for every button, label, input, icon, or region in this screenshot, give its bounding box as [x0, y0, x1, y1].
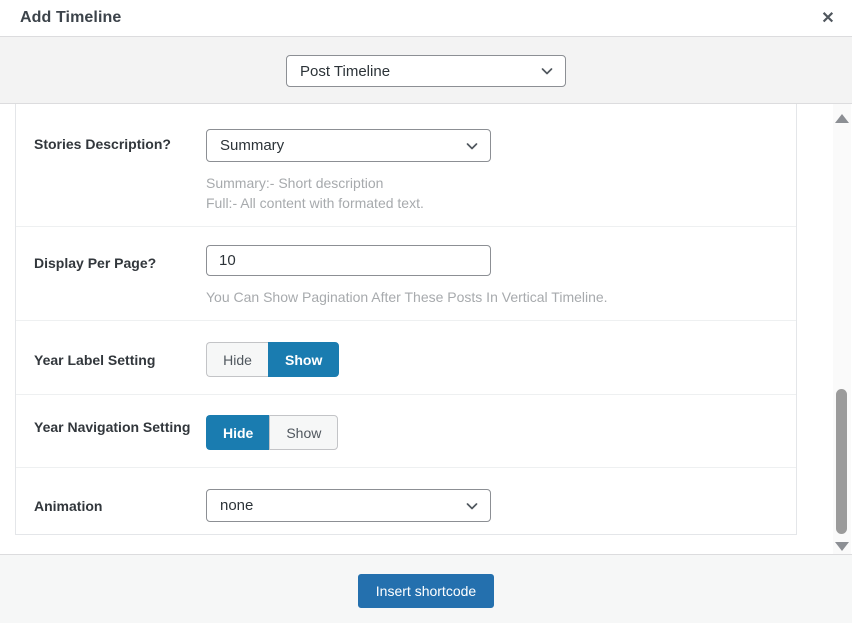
display-per-page-help: You Can Show Pagination After These Post… — [206, 287, 796, 307]
row-year-label-setting: Year Label Setting Hide Show — [16, 321, 796, 395]
stories-description-help: Summary:- Short description Full:- All c… — [206, 173, 796, 213]
year-label-toggle: Hide Show — [206, 342, 339, 377]
close-icon[interactable]: ✕ — [814, 4, 842, 32]
dialog-footer: Insert shortcode — [0, 554, 852, 623]
scroll-up-arrow-icon[interactable] — [835, 114, 849, 123]
row-animation: Animation none — [16, 468, 796, 534]
timeline-type-bar: Post Timeline — [0, 37, 852, 104]
row-display-per-page: Display Per Page? You Can Show Paginatio… — [16, 227, 796, 321]
insert-shortcode-button[interactable]: Insert shortcode — [358, 574, 494, 608]
add-timeline-dialog: Add Timeline ✕ Post Timeline Stories Des… — [0, 0, 852, 623]
scrollbar-thumb[interactable] — [836, 389, 847, 534]
row-stories-description: Stories Description? Summary Summary:- S… — [16, 104, 796, 227]
dialog-header: Add Timeline ✕ — [0, 0, 852, 37]
display-per-page-input[interactable] — [206, 245, 491, 276]
year-label-hide-button[interactable]: Hide — [206, 342, 268, 377]
year-navigation-toggle: Hide Show — [206, 415, 338, 450]
stories-description-selected-value: Summary — [220, 137, 284, 154]
stories-description-select[interactable]: Summary — [206, 129, 491, 162]
chevron-down-icon — [464, 138, 480, 154]
year-label-setting-label: Year Label Setting — [34, 342, 206, 370]
year-navigation-setting-label: Year Navigation Setting — [34, 415, 206, 437]
settings-panel: Stories Description? Summary Summary:- S… — [15, 104, 797, 535]
scroll-down-arrow-icon[interactable] — [835, 542, 849, 551]
animation-label: Animation — [34, 489, 206, 516]
stories-description-label: Stories Description? — [34, 129, 206, 154]
timeline-type-selected-value: Post Timeline — [300, 63, 390, 80]
vertical-scrollbar[interactable] — [833, 104, 851, 554]
display-per-page-label: Display Per Page? — [34, 245, 206, 273]
year-navigation-hide-button[interactable]: Hide — [206, 415, 269, 450]
year-navigation-show-button[interactable]: Show — [269, 415, 338, 450]
year-label-show-button[interactable]: Show — [268, 342, 339, 377]
chevron-down-icon — [539, 63, 555, 79]
help-line: Summary:- Short description — [206, 173, 796, 193]
chevron-down-icon — [464, 498, 480, 514]
dialog-title: Add Timeline — [20, 9, 121, 27]
row-year-navigation-setting: Year Navigation Setting Hide Show — [16, 395, 796, 468]
animation-selected-value: none — [220, 497, 253, 514]
animation-select[interactable]: none — [206, 489, 491, 522]
timeline-type-select[interactable]: Post Timeline — [286, 55, 566, 87]
settings-scroll-area: Stories Description? Summary Summary:- S… — [0, 104, 852, 554]
help-line: Full:- All content with formated text. — [206, 193, 796, 213]
